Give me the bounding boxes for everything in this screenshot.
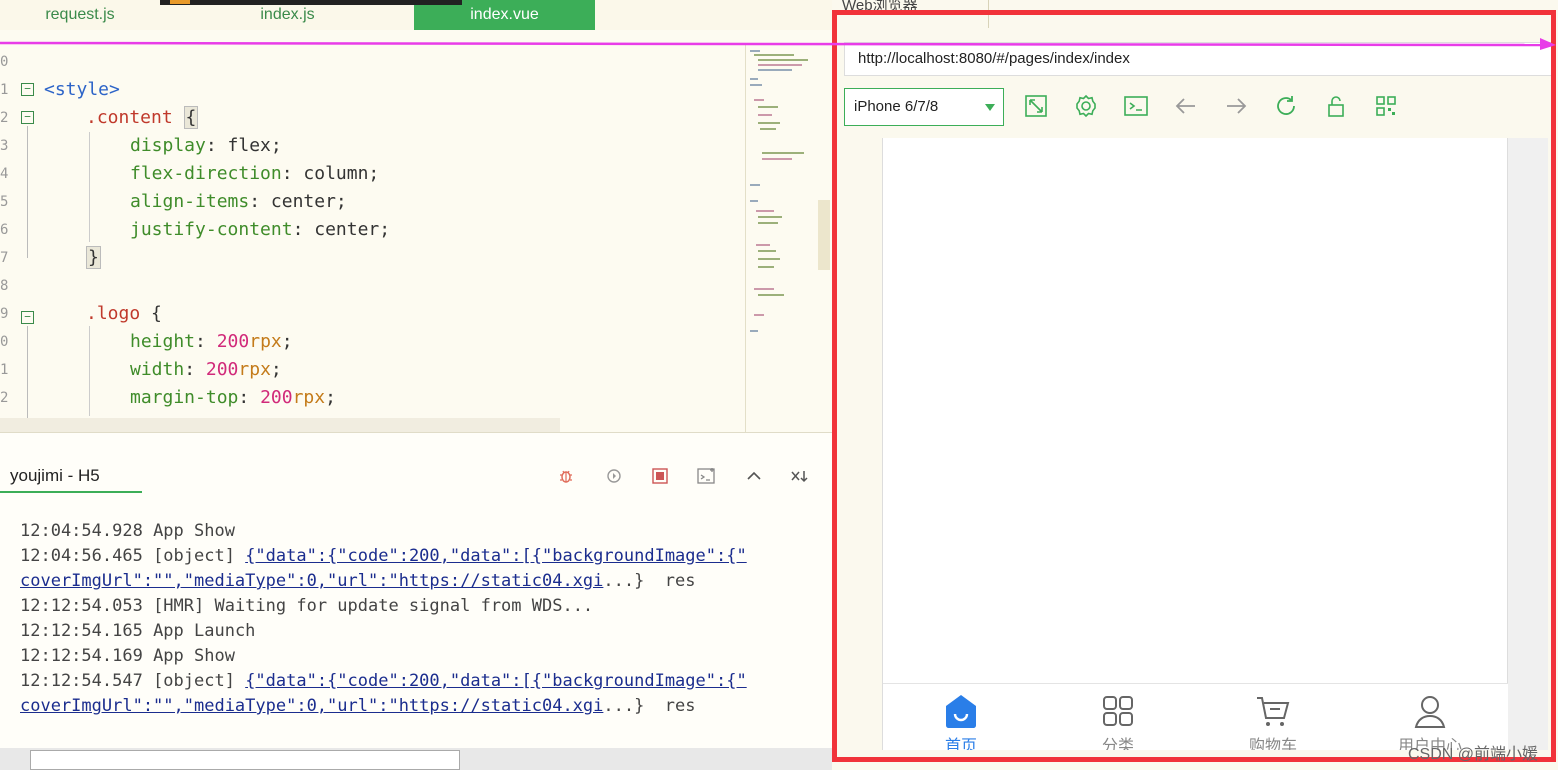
line-number: 1 xyxy=(0,82,9,98)
settings-icon[interactable] xyxy=(1072,92,1100,120)
line-number: 7 xyxy=(0,250,9,266)
line-number: 4 xyxy=(0,166,9,182)
grid-icon xyxy=(1103,696,1133,726)
fold-toggle-icon[interactable]: − xyxy=(21,111,34,124)
qrcode-icon[interactable] xyxy=(1372,92,1400,120)
fold-guide xyxy=(27,126,28,258)
tabbar-label: 分类 xyxy=(1101,738,1134,750)
cart-icon xyxy=(1257,697,1290,726)
code-line: <style> xyxy=(44,79,120,100)
log-line: 12:12:54.169 App Show xyxy=(20,646,235,666)
unlock-icon[interactable] xyxy=(1322,92,1350,120)
code-line: .content { xyxy=(86,106,199,129)
tab-request-js[interactable]: request.js xyxy=(0,0,160,30)
code-line: align-items: center; xyxy=(130,191,347,212)
log-line: 12:12:54.547 [object] {"data":{"code":20… xyxy=(20,671,747,691)
line-number: 3 xyxy=(0,138,9,154)
resize-icon[interactable] xyxy=(1022,92,1050,120)
code-line: flex-direction: column; xyxy=(130,163,380,184)
tabbar-item-category[interactable]: 分类 xyxy=(1073,692,1163,750)
tabbar-label: 购物车 xyxy=(1248,738,1297,750)
tabbar-item-home[interactable]: 首页 xyxy=(916,692,1006,750)
console-icon[interactable] xyxy=(1122,92,1150,120)
code-line: width: 200rpx; xyxy=(130,359,282,380)
device-select[interactable]: iPhone 6/7/8 xyxy=(844,88,1004,126)
phone-side-gutter xyxy=(1508,138,1548,750)
tab-divider xyxy=(988,0,989,28)
tabbar-item-cart[interactable]: 购物车 xyxy=(1228,692,1318,750)
line-number: 5 xyxy=(0,194,9,210)
indent-guide xyxy=(89,132,90,242)
editor-pane: request.js index.js index.vue 0 1 2 3 4 … xyxy=(0,0,832,432)
code-line: display: flex; xyxy=(130,135,282,156)
log-line: coverImgUrl":"","mediaType":0,"url":"htt… xyxy=(20,571,696,591)
browser-tab-title: Web浏览器 xyxy=(842,0,918,12)
horizontal-scrollbar[interactable] xyxy=(0,418,560,432)
line-number: 9 xyxy=(0,306,9,322)
refresh-icon[interactable] xyxy=(1272,92,1300,120)
log-object-link[interactable]: coverImgUrl":"","mediaType":0,"url":"htt… xyxy=(20,571,603,591)
minimap-scroll-thumb[interactable] xyxy=(818,200,830,270)
line-number: 2 xyxy=(0,390,9,406)
console-log: 12:04:54.928 App Show 12:04:56.465 [obje… xyxy=(20,519,810,719)
code-line: } xyxy=(86,246,101,269)
stop-icon[interactable] xyxy=(649,467,671,489)
log-line: 12:04:56.465 [object] {"data":{"code":20… xyxy=(20,546,747,566)
line-number: 0 xyxy=(0,334,9,350)
code-line: margin-top: 200rpx; xyxy=(130,387,336,408)
log-line: 12:12:54.165 App Launch xyxy=(20,621,256,641)
log-line: 12:04:54.928 App Show xyxy=(20,521,235,541)
log-object-link[interactable]: {"data":{"code":200,"data":[{"background… xyxy=(245,546,747,566)
line-number-gutter: 0 1 2 3 4 5 6 7 8 9 0 1 2 − − − xyxy=(0,48,40,420)
code-line: justify-content: center; xyxy=(130,219,391,240)
address-bar[interactable]: http://localhost:8080/#/pages/index/inde… xyxy=(844,42,1556,76)
chevron-down-icon xyxy=(985,104,995,111)
line-number: 6 xyxy=(0,222,9,238)
terminal-add-icon[interactable] xyxy=(696,467,718,489)
user-icon xyxy=(1414,696,1446,728)
console-tab[interactable]: youjimi - H5 xyxy=(0,463,142,493)
indent-guide xyxy=(89,326,90,416)
home-icon xyxy=(946,695,976,728)
line-number: 0 xyxy=(0,54,9,70)
code-line: height: 200rpx; xyxy=(130,331,293,352)
tab-tooltip-bar xyxy=(160,0,462,5)
chevron-up-icon[interactable] xyxy=(743,467,765,489)
log-line: coverImgUrl":"","mediaType":0,"url":"htt… xyxy=(20,696,696,716)
log-object-link[interactable]: coverImgUrl":"","mediaType":0,"url":"htt… xyxy=(20,696,603,716)
line-number: 8 xyxy=(0,278,9,294)
browser-pane: Web浏览器 × http://localhost:8080/#/pages/i… xyxy=(832,0,1558,770)
console-pane: youjimi - H5 12:04:54.928 App Show 12:04… xyxy=(0,432,832,770)
fold-guide xyxy=(27,326,28,420)
line-number: 1 xyxy=(0,362,9,378)
taskbar-search-input[interactable] xyxy=(30,750,460,770)
browser-tab[interactable]: Web浏览器 × xyxy=(842,0,988,12)
phone-viewport[interactable]: 首页 分类 购物车 用户中心 xyxy=(882,138,1509,750)
bug-icon[interactable] xyxy=(555,467,577,489)
forward-icon[interactable] xyxy=(1222,92,1250,120)
tabbar-label: 首页 xyxy=(944,738,977,750)
log-object-link[interactable]: {"data":{"code":200,"data":[{"background… xyxy=(245,671,747,691)
editor-tab-strip: request.js index.js index.vue xyxy=(0,0,832,30)
back-icon[interactable] xyxy=(1172,92,1200,120)
device-select-value: iPhone 6/7/8 xyxy=(854,98,939,115)
fold-toggle-icon[interactable]: − xyxy=(21,311,34,324)
code-line: .logo { xyxy=(86,303,162,324)
line-number: 2 xyxy=(0,110,9,126)
clear-down-icon[interactable] xyxy=(789,467,811,489)
fold-toggle-icon[interactable]: − xyxy=(21,83,34,96)
replay-icon[interactable] xyxy=(603,467,625,489)
watermark: CSDN @前端小媛 xyxy=(1408,746,1539,763)
log-line: 12:12:54.053 [HMR] Waiting for update si… xyxy=(20,596,594,616)
